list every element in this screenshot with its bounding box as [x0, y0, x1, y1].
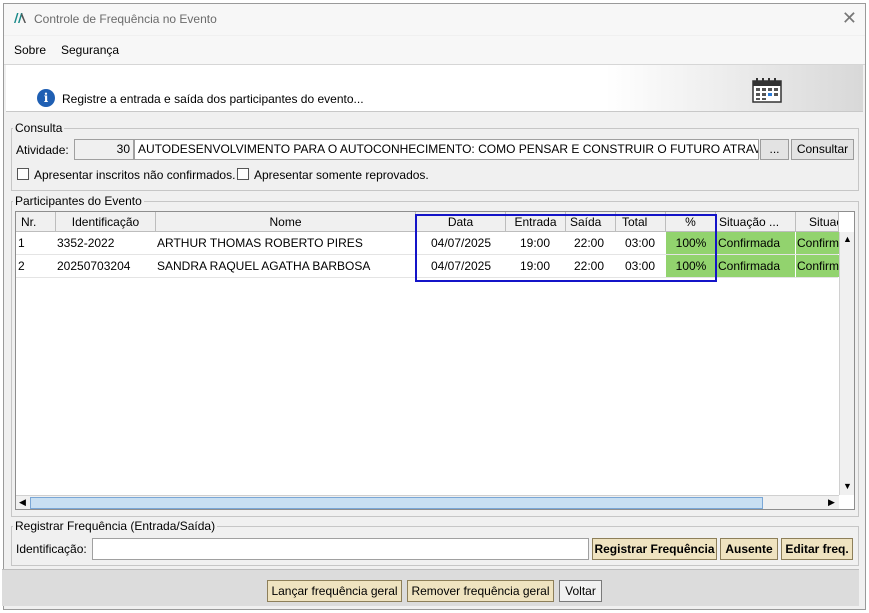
calendar-icon: [752, 78, 782, 103]
atividade-id-field[interactable]: 30: [74, 139, 134, 160]
atividade-desc-field[interactable]: AUTODESENVOLVIMENTO PARA O AUTOCONHECIME…: [134, 139, 759, 160]
cell-situacao: Confirmada: [716, 255, 796, 277]
col-header-nr[interactable]: Nr.: [16, 212, 56, 232]
scroll-right-icon[interactable]: ▶: [828, 497, 835, 508]
cell-nome: ARTHUR THOMAS ROBERTO PIRES: [157, 236, 363, 250]
col-header-nome[interactable]: Nome: [156, 212, 416, 232]
col-header-situacao2[interactable]: Situaç: [796, 212, 839, 232]
scroll-left-icon[interactable]: ◀: [19, 497, 26, 508]
window-title: Controle de Frequência no Evento: [34, 12, 217, 26]
editar-freq-button[interactable]: Editar freq.: [781, 538, 853, 560]
consultar-button[interactable]: Consultar: [791, 139, 854, 160]
identificacao-label: Identificação:: [16, 542, 87, 556]
col-header-identificacao[interactable]: Identificação: [56, 212, 156, 232]
horizontal-scrollbar[interactable]: ◀ ▶: [16, 495, 839, 509]
menu-bar: Sobre Segurança: [4, 36, 865, 65]
ausente-button[interactable]: Ausente: [720, 538, 778, 560]
cell-nr: 2: [18, 259, 25, 273]
info-icon: i: [37, 89, 55, 107]
title-bar: Controle de Frequência no Evento ✕: [4, 4, 865, 35]
col-header-situacao[interactable]: Situação ...: [716, 212, 796, 232]
scroll-thumb[interactable]: [30, 497, 763, 509]
browse-button[interactable]: ...: [760, 139, 789, 160]
banner-text: Registre a entrada e saída dos participa…: [62, 92, 364, 106]
menu-seguranca[interactable]: Segurança: [61, 43, 119, 57]
cell-situacao2: Confirm: [796, 232, 839, 254]
registrar-legend: Registrar Frequência (Entrada/Saída): [15, 519, 216, 533]
cell-identificacao: 20250703204: [57, 259, 131, 273]
participantes-legend: Participantes do Evento: [15, 194, 142, 208]
atividade-label: Atividade:: [16, 143, 69, 157]
chk-reprovados-label: Apresentar somente reprovados.: [254, 168, 429, 182]
menu-sobre[interactable]: Sobre: [14, 43, 46, 57]
registrar-frequencia-button[interactable]: Registrar Frequência: [592, 538, 717, 560]
cell-situacao: Confirmada: [716, 232, 796, 254]
chk-nao-confirmados-label: Apresentar inscritos não confirmados.: [34, 168, 236, 182]
scroll-up-icon[interactable]: ▲: [843, 234, 852, 244]
remover-frequencia-geral-button[interactable]: Remover frequência geral: [407, 580, 554, 602]
chk-nao-confirmados[interactable]: [17, 168, 29, 180]
lancar-frequencia-geral-button[interactable]: Lançar frequência geral: [267, 580, 402, 602]
identificacao-input[interactable]: [92, 538, 589, 560]
cell-situacao2: Confirm: [796, 255, 839, 277]
selection-highlight: [415, 214, 717, 282]
vertical-scrollbar[interactable]: ▲ ▼: [839, 232, 854, 495]
close-icon[interactable]: ✕: [842, 8, 857, 28]
cell-nome: SANDRA RAQUEL AGATHA BARBOSA: [157, 259, 371, 273]
scroll-down-icon[interactable]: ▼: [843, 481, 852, 491]
voltar-button[interactable]: Voltar: [559, 580, 602, 602]
chk-reprovados[interactable]: [237, 168, 249, 180]
consulta-legend: Consulta: [15, 121, 63, 135]
cell-nr: 1: [18, 236, 25, 250]
cell-identificacao: 3352-2022: [57, 236, 115, 250]
info-banner: i Registre a entrada e saída dos partici…: [6, 65, 863, 112]
app-logo-icon: [14, 13, 26, 23]
